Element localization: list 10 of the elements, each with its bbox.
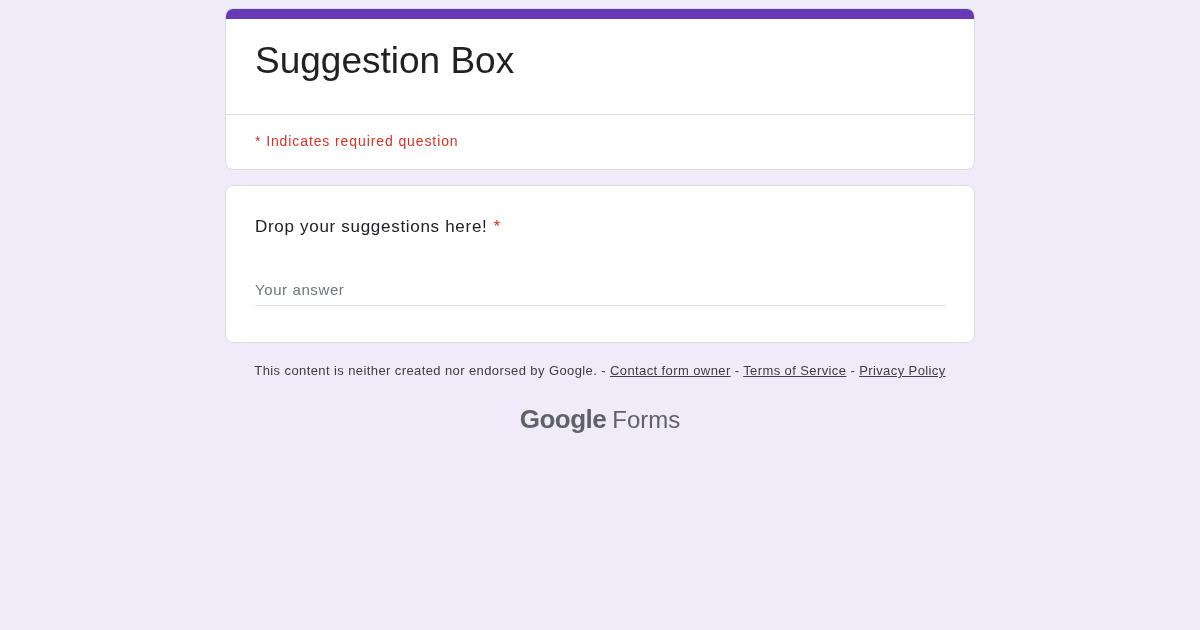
product-logo: Google Forms [519,403,681,436]
footer-notice: This content is neither created nor endorsed by Google. - Contact form owner - Terms of Service - Privacy Policy [254,363,946,379]
required-notice: * Indicates required question [255,133,459,149]
question-title: Drop your suggestions here! [255,216,488,238]
form-title: Suggestion Box [255,39,516,83]
footer-link[interactable]: Terms of Service [743,363,847,378]
answer-field[interactable]: Your answer [255,274,946,306]
footer-link[interactable]: Privacy Policy [859,363,946,378]
footer-link[interactable]: Contact form owner [610,363,731,378]
required-asterisk: * [493,216,501,238]
